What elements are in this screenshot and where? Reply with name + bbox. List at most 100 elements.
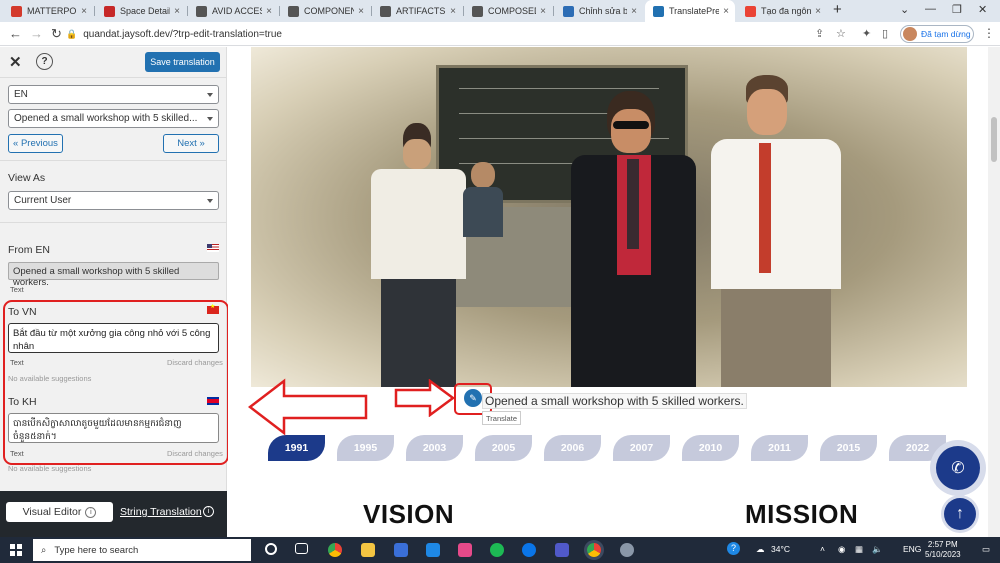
chrome-active-icon[interactable]: [587, 543, 601, 557]
tray-arrow-icon[interactable]: ˄: [820, 544, 825, 554]
address-bar: ← → ↻ 🔒 quandat.jaysoft.dev/?trp-edit-tr…: [0, 22, 1000, 46]
help-icon[interactable]: ?: [36, 53, 53, 70]
timeline-year[interactable]: 2015: [820, 435, 877, 461]
tray-app-icon[interactable]: ◉: [838, 544, 845, 555]
phone-icon[interactable]: ✆: [936, 446, 980, 490]
network-icon[interactable]: ▦: [855, 544, 863, 555]
browser-tab[interactable]: Space Detail ×: [96, 0, 186, 22]
profile-button[interactable]: Đã tạm dừng: [900, 25, 974, 43]
mail-icon[interactable]: [426, 543, 440, 557]
divider: [0, 77, 227, 78]
close-icon[interactable]: ×: [631, 6, 637, 17]
browser-tab[interactable]: Tạo đa ngôn ×: [737, 0, 827, 22]
weather-temp[interactable]: 34°C: [771, 544, 790, 554]
extensions-icon[interactable]: ✦: [862, 27, 871, 40]
timeline-year[interactable]: 2010: [682, 435, 739, 461]
photos-icon[interactable]: [458, 543, 472, 557]
close-icon[interactable]: ×: [81, 6, 87, 17]
browser-tab[interactable]: Chỉnh sửa bài×: [555, 0, 643, 22]
timeline-year[interactable]: 2006: [544, 435, 601, 461]
teams-icon[interactable]: [555, 543, 569, 557]
notification-icon[interactable]: ▭: [982, 544, 990, 555]
back-icon[interactable]: ←: [9, 26, 22, 41]
windows-start-icon[interactable]: [10, 544, 22, 556]
task-view-icon[interactable]: [295, 543, 308, 554]
discard-changes-link[interactable]: Discard changes: [167, 449, 223, 458]
new-tab-button[interactable]: +: [833, 1, 842, 18]
browser-tab[interactable]: ARTIFACTS FA ×: [372, 0, 462, 22]
reload-icon[interactable]: ↻: [51, 26, 62, 42]
tab-favicon-icon: [653, 5, 664, 17]
timeline-year[interactable]: 2011: [751, 435, 808, 461]
windows-taskbar: ⌕ Type here to search ? ☁ 34°C ˄ ◉ ▦ 🔈 E…: [0, 537, 1000, 563]
sidebar-icon[interactable]: ▯: [882, 27, 888, 40]
clock[interactable]: 2:57 PM 5/10/2023: [925, 540, 961, 560]
chevron-down-icon: [207, 116, 213, 121]
view-as-select[interactable]: Current User: [8, 191, 219, 210]
flag-vn-icon: [207, 303, 219, 314]
string-select[interactable]: Opened a small workshop with 5 skilled..…: [8, 109, 219, 128]
help-icon[interactable]: ?: [727, 542, 740, 555]
share-icon[interactable]: ⇪: [815, 27, 824, 40]
close-icon[interactable]: ×: [540, 6, 546, 17]
forward-icon[interactable]: →: [30, 26, 43, 41]
photo-caption[interactable]: Opened a small workshop with 5 skilled w…: [482, 393, 747, 409]
url-field[interactable]: 🔒 quandat.jaysoft.dev/?trp-edit-translat…: [66, 25, 826, 43]
save-translation-button[interactable]: Save translation: [145, 52, 220, 72]
chevron-down-icon[interactable]: ⌄: [900, 3, 909, 16]
restore-icon[interactable]: ❐: [952, 3, 962, 16]
file-explorer-icon[interactable]: [361, 543, 375, 557]
close-icon[interactable]: ×: [815, 6, 821, 17]
volume-icon[interactable]: 🔈: [872, 544, 883, 555]
next-button[interactable]: Next »: [163, 134, 219, 153]
close-window-icon[interactable]: ✕: [978, 3, 987, 16]
text-type-label: Text: [10, 285, 24, 294]
cortana-icon[interactable]: [265, 543, 277, 555]
star-icon[interactable]: ☆: [836, 27, 846, 40]
close-icon[interactable]: ×: [174, 6, 180, 17]
browser-tab[interactable]: MATTERPORT ×: [3, 0, 93, 22]
browser-tab[interactable]: COMPOSED F×: [464, 0, 552, 22]
tab-favicon-icon: [472, 5, 483, 17]
close-icon[interactable]: ×: [358, 6, 364, 17]
spotify-icon[interactable]: [490, 543, 504, 557]
to-kh-label: To KH: [8, 396, 37, 408]
previous-button[interactable]: « Previous: [8, 134, 63, 153]
view-as-label: View As: [8, 172, 46, 184]
kh-translation-input[interactable]: បានបើកសិក្ខាសាលាតូចមួយដែលមានកម្មករជំនាញច…: [8, 413, 219, 443]
vn-translation-input[interactable]: Bắt đầu từ một xưởng gia công nhỏ với 5 …: [8, 323, 219, 353]
language-select[interactable]: EN: [8, 85, 219, 104]
page-scrollbar[interactable]: [988, 47, 1000, 537]
chevron-down-icon: [207, 198, 213, 203]
app-icon[interactable]: [620, 543, 634, 557]
string-translation-link[interactable]: String Translation: [120, 506, 202, 518]
pencil-icon[interactable]: ✎: [464, 389, 482, 407]
input-language[interactable]: ENG: [903, 544, 921, 554]
store-icon[interactable]: [394, 543, 408, 557]
zalo-icon[interactable]: [522, 543, 536, 557]
timeline-year[interactable]: 2007: [613, 435, 670, 461]
close-icon[interactable]: ×: [450, 6, 456, 17]
timeline-year[interactable]: 1995: [337, 435, 394, 461]
more-menu-icon[interactable]: ⋮: [983, 26, 995, 40]
browser-tab[interactable]: TranslatePress×: [645, 0, 735, 22]
timeline-year[interactable]: 2005: [475, 435, 532, 461]
visual-editor-button[interactable]: Visual Editor i: [6, 502, 113, 522]
close-icon[interactable]: ✕: [9, 53, 22, 71]
chrome-icon[interactable]: [328, 543, 342, 557]
timeline-year[interactable]: 2003: [406, 435, 463, 461]
panel-footer: Visual Editor i String Translation i: [0, 491, 227, 537]
browser-tab[interactable]: AVID ACCESS ×: [188, 0, 278, 22]
to-vn-label: To VN: [8, 306, 37, 318]
taskbar-search[interactable]: ⌕ Type here to search: [33, 539, 251, 561]
discard-changes-link[interactable]: Discard changes: [167, 358, 223, 367]
scroll-top-icon[interactable]: ↑: [944, 498, 976, 530]
tab-label: MATTERPORT: [27, 6, 77, 16]
timeline-year[interactable]: 1991: [268, 435, 325, 461]
scrollbar-thumb[interactable]: [991, 117, 997, 162]
browser-tab[interactable]: COMPONENT×: [280, 0, 370, 22]
minimize-icon[interactable]: —: [925, 3, 936, 15]
tab-label: COMPOSED F: [488, 6, 537, 16]
close-icon[interactable]: ×: [723, 6, 729, 17]
close-icon[interactable]: ×: [266, 6, 272, 17]
